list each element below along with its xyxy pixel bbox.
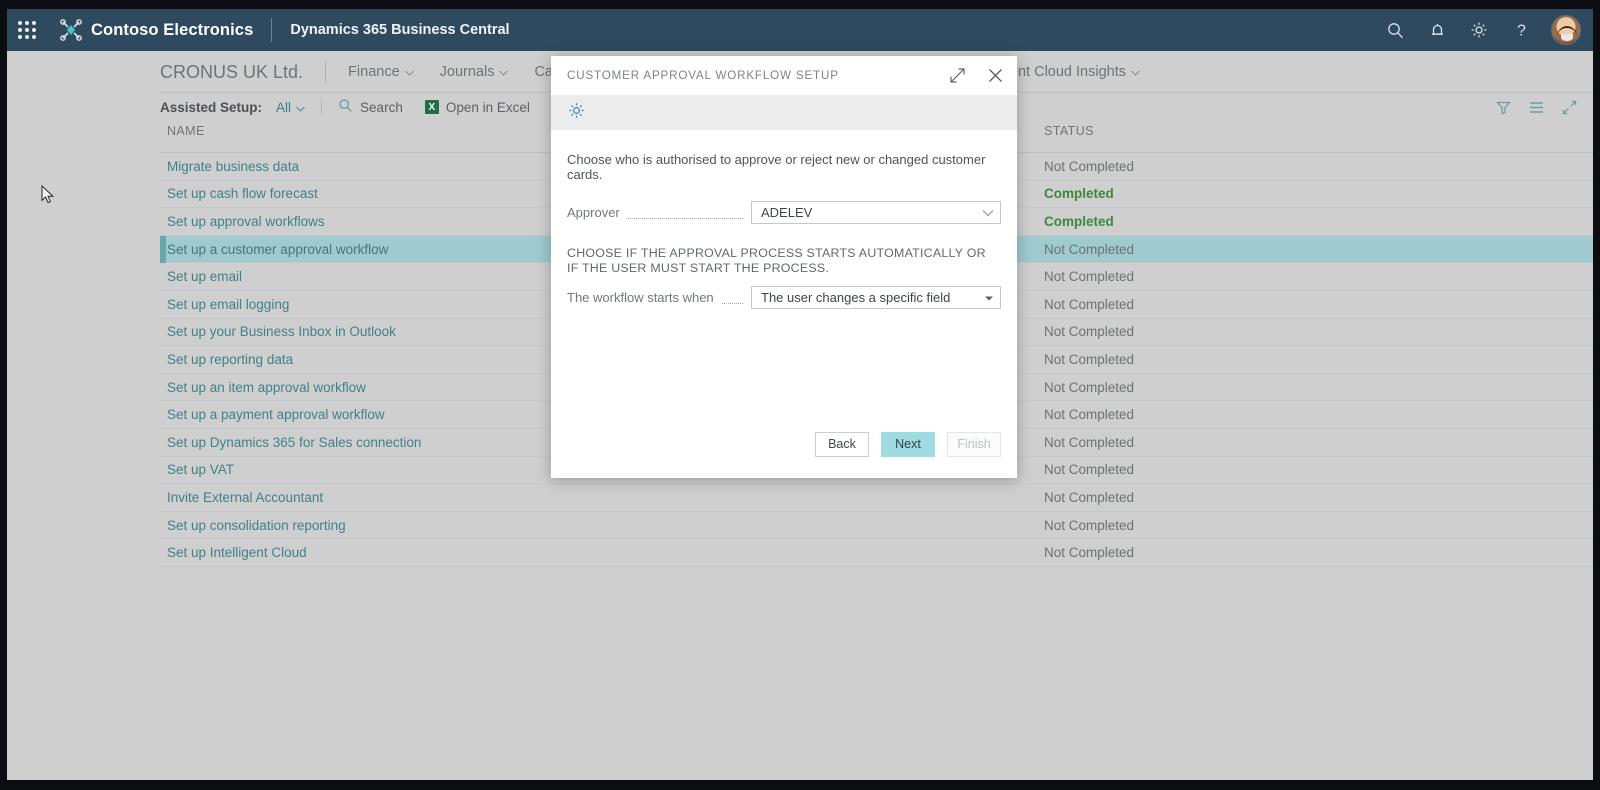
- cell-status: Not Completed: [1044, 462, 1135, 478]
- screen-root: Contoso Electronics Dynamics 365 Busines…: [0, 0, 1600, 790]
- search-button[interactable]: Search: [338, 98, 403, 116]
- dialog-footer: Back Next Finish: [551, 410, 1017, 478]
- cell-status: Not Completed: [1044, 296, 1135, 312]
- workflow-start-label: The workflow starts when: [567, 290, 714, 305]
- brand-name: Contoso Electronics: [91, 20, 254, 39]
- cell-status: Not Completed: [1044, 158, 1135, 174]
- dialog-header: CUSTOMER APPROVAL WORKFLOW SETUP: [551, 56, 1017, 95]
- dialog-body: Choose who is authorised to approve or r…: [551, 130, 1017, 478]
- dialog-title: CUSTOMER APPROVAL WORKFLOW SETUP: [567, 68, 839, 82]
- help-question-icon[interactable]: ?: [1501, 9, 1541, 51]
- approver-label: Approver: [567, 205, 620, 220]
- search-icon: [338, 98, 353, 116]
- bezel-top: [0, 0, 1600, 9]
- next-button[interactable]: Next: [881, 431, 935, 457]
- workflow-start-field-row: The workflow starts when The user change…: [567, 286, 1001, 309]
- dialog-banner: [551, 95, 1017, 130]
- caret-down-icon: [984, 290, 994, 305]
- app-title: Dynamics 365 Business Central: [290, 22, 510, 38]
- mouse-cursor: [41, 184, 55, 210]
- bezel-left: [0, 0, 7, 790]
- cell-name[interactable]: Set up Intelligent Cloud: [160, 545, 1044, 560]
- open-in-excel-label: Open in Excel: [445, 99, 530, 115]
- excel-icon: [424, 100, 439, 114]
- company-name: CRONUS UK Ltd.: [160, 61, 304, 82]
- cell-status: Not Completed: [1044, 351, 1135, 367]
- chevron-down-icon: [296, 100, 305, 115]
- cell-status: Not Completed: [1044, 269, 1135, 285]
- approver-select[interactable]: ADELEV: [751, 201, 1001, 224]
- contoso-logo-icon: [59, 19, 83, 41]
- dialog-description: Choose who is authorised to approve or r…: [567, 152, 986, 182]
- cell-status: Not Completed: [1044, 434, 1135, 450]
- table-row[interactable]: Invite External Accountant Not Completed: [160, 484, 1593, 512]
- workflow-start-value: The user changes a specific field: [761, 290, 951, 305]
- filter-funnel-icon[interactable]: [1496, 100, 1511, 115]
- cell-status: Not Completed: [1044, 517, 1135, 533]
- appbar-actions: ?: [1375, 9, 1593, 51]
- toolbar-divider: [321, 98, 323, 116]
- assisted-setup-filter-value: All: [276, 99, 292, 115]
- cell-status: Not Completed: [1044, 379, 1135, 395]
- approver-field-row: Approver ADELEV: [567, 201, 1001, 224]
- cell-name[interactable]: Set up consolidation reporting: [160, 518, 1044, 533]
- cell-status: Not Completed: [1044, 324, 1135, 340]
- nav-divider: [325, 61, 327, 83]
- cell-status: Not Completed: [1044, 241, 1135, 257]
- nav-item-finance[interactable]: Finance: [348, 64, 414, 80]
- dialog-header-buttons: [943, 61, 1009, 89]
- close-x-icon[interactable]: [981, 61, 1009, 89]
- settings-gear-icon[interactable]: [1459, 9, 1499, 51]
- nav-item-journals[interactable]: Journals: [440, 64, 509, 80]
- cell-status: Completed: [1044, 213, 1114, 229]
- chevron-down-icon: [499, 64, 509, 80]
- waffle-grid-icon[interactable]: [7, 9, 47, 51]
- column-header-status[interactable]: STATUS: [1044, 124, 1593, 138]
- appbar-divider: [271, 18, 273, 42]
- expand-diagonal-icon[interactable]: [943, 61, 971, 89]
- cell-status: Not Completed: [1044, 545, 1135, 561]
- chevron-down-icon: [1131, 64, 1140, 80]
- section-caption: CHOOSE IF THE APPROVAL PROCESS STARTS AU…: [567, 246, 986, 275]
- top-app-bar: Contoso Electronics Dynamics 365 Busines…: [7, 9, 1593, 51]
- customer-approval-workflow-setup-dialog: CUSTOMER APPROVAL WORKFLOW SETUP Choose …: [551, 56, 1017, 478]
- row-selection-marker: [160, 235, 166, 264]
- bezel-right: [1593, 0, 1600, 790]
- back-button[interactable]: Back: [815, 431, 869, 457]
- notifications-bell-icon[interactable]: [1417, 9, 1457, 51]
- chevron-down-icon: [404, 64, 414, 80]
- cell-name[interactable]: Invite External Accountant: [160, 490, 1044, 505]
- nav-item-label: Finance: [348, 64, 400, 80]
- approver-value: ADELEV: [761, 205, 813, 220]
- cell-status: Completed: [1044, 186, 1114, 202]
- table-row[interactable]: Set up Intelligent Cloud Not Completed: [160, 539, 1593, 567]
- assisted-setup-label: Assisted Setup:: [160, 99, 263, 115]
- user-avatar[interactable]: [1551, 15, 1581, 45]
- cell-status: Not Completed: [1044, 489, 1135, 505]
- workflow-start-select[interactable]: The user changes a specific field: [751, 286, 1001, 309]
- svg-text:?: ?: [1517, 22, 1526, 39]
- dotted-leader: [627, 206, 743, 219]
- table-row[interactable]: Set up consolidation reporting Not Comple…: [160, 512, 1593, 540]
- open-in-excel-button[interactable]: Open in Excel: [424, 99, 530, 115]
- finish-button: Finish: [947, 431, 1001, 457]
- dotted-leader: [721, 291, 743, 304]
- bezel-bottom: [0, 780, 1600, 790]
- toolbar-right-icons: [1496, 100, 1593, 115]
- gear-wizard-icon: [567, 101, 586, 125]
- search-button-label: Search: [360, 99, 403, 115]
- cell-status: Not Completed: [1044, 407, 1135, 423]
- expand-fullscreen-icon[interactable]: [1562, 100, 1577, 115]
- search-icon[interactable]: [1375, 9, 1415, 51]
- assisted-setup-filter[interactable]: All: [276, 100, 305, 115]
- list-view-icon[interactable]: [1529, 101, 1544, 114]
- chevron-down-icon: [982, 205, 994, 220]
- nav-item-label: Journals: [439, 64, 495, 80]
